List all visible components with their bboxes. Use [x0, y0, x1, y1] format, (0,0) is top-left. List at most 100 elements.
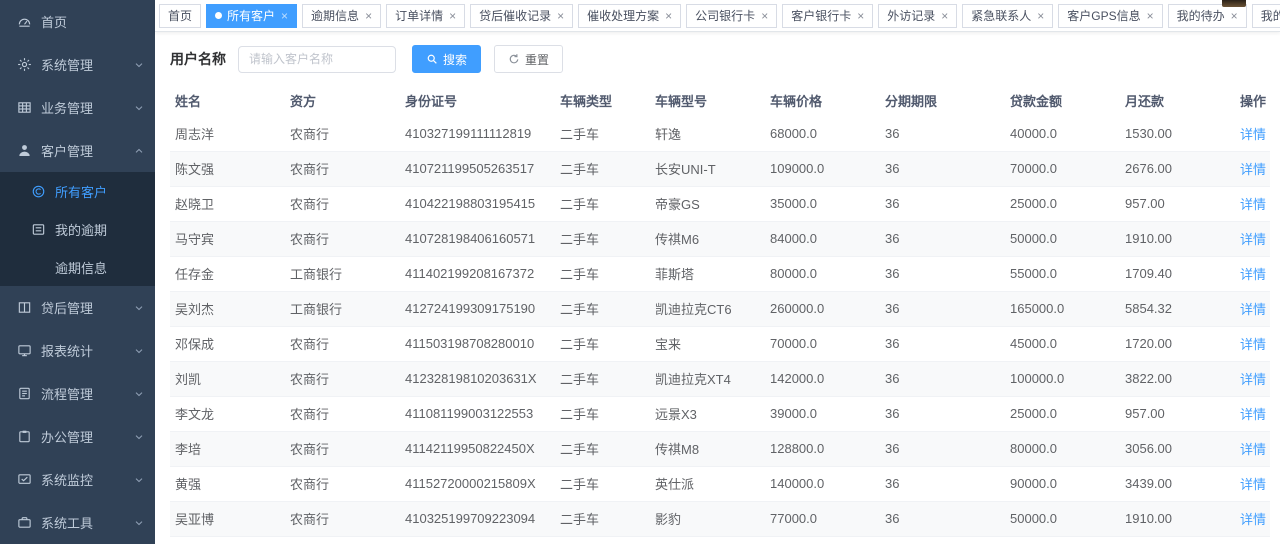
- tab-催收处理方案[interactable]: 催收处理方案×: [578, 4, 681, 28]
- table-cell: 李文龙: [170, 396, 285, 431]
- table-cell: 36: [880, 151, 1005, 186]
- tab-逾期信息[interactable]: 逾期信息 ×: [302, 4, 381, 28]
- detail-link[interactable]: 详情: [1240, 197, 1266, 212]
- table-cell: 410721199505263517: [400, 151, 555, 186]
- table-cell: 吴亚博: [170, 501, 285, 536]
- tab-label: 首页: [168, 7, 192, 24]
- tab-贷后催收记录[interactable]: 贷后催收记录×: [470, 4, 573, 28]
- search-form: 用户名称 搜索 重置: [170, 45, 1270, 73]
- sidebar-item-客户管理[interactable]: 客户管理: [0, 129, 155, 172]
- table-cell: 410325199709223094: [400, 501, 555, 536]
- detail-link[interactable]: 详情: [1240, 232, 1266, 247]
- detail-link[interactable]: 详情: [1240, 442, 1266, 457]
- tab-label: 逾期信息: [311, 7, 359, 24]
- sidebar-item-系统工具[interactable]: 系统工具: [0, 501, 155, 544]
- sidebar-item-业务管理[interactable]: 业务管理: [0, 86, 155, 129]
- detail-link[interactable]: 详情: [1240, 162, 1266, 177]
- tab-订单详情[interactable]: 订单详情×: [386, 4, 465, 28]
- close-icon[interactable]: ×: [1037, 10, 1044, 22]
- sidebar-item-流程管理[interactable]: 流程管理: [0, 372, 155, 415]
- table-row: 刘凯农商行41232819810203631X二手车凯迪拉克XT4142000.…: [170, 361, 1270, 396]
- close-icon[interactable]: ×: [365, 10, 372, 22]
- table-cell: 80000.0: [1005, 431, 1120, 466]
- chevron-down-icon: [133, 102, 145, 114]
- sidebar-subitem-我的逾期[interactable]: 我的逾期: [0, 210, 155, 248]
- search-icon: [426, 53, 438, 65]
- sidebar-subitem-所有客户[interactable]: 所有客户: [0, 172, 155, 210]
- chevron-down-icon: [133, 388, 145, 400]
- sidebar-item-系统管理[interactable]: 系统管理: [0, 43, 155, 86]
- tab-公司银行卡[interactable]: 公司银行卡×: [686, 4, 777, 28]
- search-label: 用户名称: [170, 49, 226, 69]
- detail-link[interactable]: 详情: [1240, 267, 1266, 282]
- close-icon[interactable]: ×: [449, 10, 456, 22]
- tab-紧急联系人[interactable]: 紧急联系人×: [962, 4, 1053, 28]
- sidebar-item-label: 办公管理: [41, 427, 133, 446]
- table-cell: 1530.00: [1120, 116, 1235, 151]
- tab-所有客户[interactable]: 所有客户×: [206, 4, 297, 28]
- table-cell: 二手车: [555, 151, 650, 186]
- close-icon[interactable]: ×: [665, 10, 672, 22]
- table-cell: 任存金: [170, 256, 285, 291]
- table-row: 马守宾农商行410728198406160571二手车传祺M684000.036…: [170, 221, 1270, 256]
- sidebar-item-办公管理[interactable]: 办公管理: [0, 415, 155, 458]
- tab-首页[interactable]: 首页: [159, 4, 201, 28]
- table-cell: 39000.0: [765, 396, 880, 431]
- customers-table: 姓名资方身份证号车辆类型车辆型号车辆价格分期期限贷款金额月还款操作 周志洋农商行…: [170, 88, 1270, 544]
- tab-客户银行卡[interactable]: 客户银行卡×: [782, 4, 873, 28]
- detail-link[interactable]: 详情: [1240, 512, 1266, 527]
- tab-我的流程[interactable]: 我的流程×: [1252, 4, 1280, 28]
- customer-name-input[interactable]: [238, 46, 396, 73]
- sidebar-item-系统监控[interactable]: 系统监控: [0, 458, 155, 501]
- detail-link[interactable]: 详情: [1240, 302, 1266, 317]
- close-icon[interactable]: ×: [1231, 10, 1238, 22]
- table-cell: [650, 536, 765, 544]
- sidebar-subitem-逾期信息[interactable]: 逾期信息: [0, 248, 155, 286]
- table-cell: 二手车: [555, 256, 650, 291]
- tab-我的待办[interactable]: 我的待办×: [1168, 4, 1247, 28]
- close-icon[interactable]: ×: [941, 10, 948, 22]
- detail-link[interactable]: 详情: [1240, 337, 1266, 352]
- table-cell: 55000.0: [1005, 256, 1120, 291]
- tab-客户GPS信息[interactable]: 客户GPS信息×: [1058, 4, 1162, 28]
- tab-外访记录[interactable]: 外访记录×: [878, 4, 957, 28]
- table-cell: 农商行: [285, 221, 400, 256]
- detail-link[interactable]: 详情: [1240, 127, 1266, 142]
- close-icon[interactable]: ×: [857, 10, 864, 22]
- close-icon[interactable]: ×: [557, 10, 564, 22]
- close-icon[interactable]: ×: [281, 10, 288, 22]
- table-cell-action: 详情: [1235, 361, 1270, 396]
- table-row: 陈文强农商行410721199505263517二手车长安UNI-T109000…: [170, 151, 1270, 186]
- table-cell: 影豹: [650, 501, 765, 536]
- detail-link[interactable]: 详情: [1240, 477, 1266, 492]
- table-cell: 农商行: [285, 151, 400, 186]
- document-icon: [17, 386, 32, 401]
- search-button-label: 搜索: [443, 51, 467, 68]
- avatar-image-fragment[interactable]: [1222, 0, 1246, 7]
- sidebar-item-报表统计[interactable]: 报表统计: [0, 329, 155, 372]
- table-row: 吴亚博农商行410325199709223094二手车影豹77000.03650…: [170, 501, 1270, 536]
- close-icon[interactable]: ×: [1147, 10, 1154, 22]
- table-cell-action: 详情: [1235, 431, 1270, 466]
- table-cell: [880, 536, 1005, 544]
- refresh-icon: [508, 53, 520, 65]
- active-tab-dot-icon: [215, 12, 222, 19]
- table-cell: 35000.0: [765, 186, 880, 221]
- table-cell: 长安UNI-T: [650, 151, 765, 186]
- table-cell: 1910.00: [1120, 501, 1235, 536]
- close-icon[interactable]: ×: [761, 10, 768, 22]
- table-cell: 68000.0: [765, 116, 880, 151]
- detail-link[interactable]: 详情: [1240, 407, 1266, 422]
- detail-link[interactable]: 详情: [1240, 372, 1266, 387]
- table-cell-action: [1235, 536, 1270, 544]
- sidebar-item-贷后管理[interactable]: 贷后管理: [0, 286, 155, 329]
- table-cell: 1709.40: [1120, 256, 1235, 291]
- table-cell: 帝豪GS: [650, 186, 765, 221]
- table-cell: 36: [880, 431, 1005, 466]
- column-header-姓名: 姓名: [170, 88, 285, 116]
- column-header-车辆价格: 车辆价格: [765, 88, 880, 116]
- sidebar-item-label: 系统监控: [41, 470, 133, 489]
- search-button[interactable]: 搜索: [412, 45, 481, 73]
- sidebar-item-首页[interactable]: 首页: [0, 0, 155, 43]
- reset-button[interactable]: 重置: [494, 45, 563, 73]
